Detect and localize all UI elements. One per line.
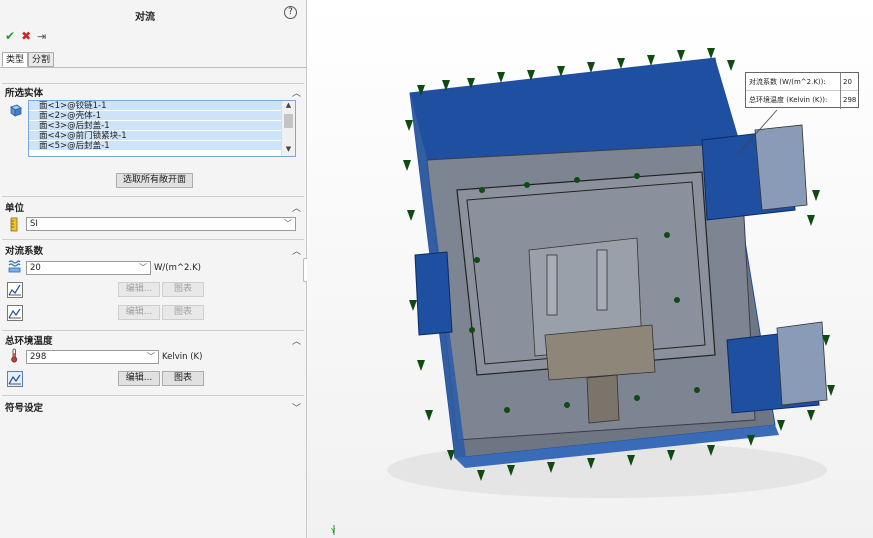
scroll-thumb[interactable] [284,114,293,128]
load-callout[interactable]: 对流系数 (W/(m^2.K)): 20 总环境温度 (Kelvin (K)):… [745,72,859,109]
chart-button[interactable]: 图表 [162,305,204,320]
convection-value: 20 [30,263,41,273]
edit-button[interactable]: 编辑... [118,282,160,297]
cancel-x-icon[interactable]: ✖ [21,29,31,43]
panel-title: 对流 [135,12,155,23]
selected-entities-title: 所选实体 [5,88,44,99]
callout-coefficient-row: 对流系数 (W/(m^2.K)): 20 [746,73,858,91]
right-bottom-block-side [776,321,828,406]
section-divider [2,196,304,197]
convection-title: 对流系数 [5,246,44,257]
left-hinge-block[interactable] [414,251,453,336]
units-value: SI [30,219,38,229]
symbol-settings-header[interactable]: 符号设定 ﹀ [0,400,306,414]
chevron-up-icon[interactable]: ︿ [292,201,301,214]
symbol-settings-section: 符号设定 ﹀ [0,395,306,415]
thermometer-icon [11,348,18,363]
ok-check-icon[interactable]: ✔ [5,29,15,43]
property-manager-panel: 对流 ? ✔ ✖ ⇥ 类型 分割 所选实体 ︿ 面<1>@铰链1-1 面<2>@… [0,0,307,538]
temperature-curve-icon[interactable] [7,305,23,321]
time-curve-icon[interactable] [7,282,23,298]
units-title: 单位 [5,203,25,214]
edit-button[interactable]: 编辑... [118,371,160,386]
convection-section: 对流系数 ︿ 20 ﹀ W/(m^2.K) 编辑... 图表 编辑... 图表 [0,239,306,329]
convection-unit-label: W/(m^2.K) [154,263,201,273]
enclosure-top-face[interactable] [410,58,740,160]
selected-faces-list[interactable]: 面<1>@铰链1-1 面<2>@壳体-1 面<3>@后封盖-1 面<4>@前门锁… [28,100,296,157]
ambient-header[interactable]: 总环境温度 ︿ [0,333,306,347]
list-item[interactable]: 面<3>@后封盖-1 [29,121,295,131]
ambient-value: 298 [30,352,47,362]
callout-temperature-row: 总环境温度 (Kelvin (K)): 298 [746,91,858,109]
convection-header[interactable]: 对流系数 ︿ [0,243,306,257]
convection-icon [8,260,21,273]
selected-entities-header[interactable]: 所选实体 ︿ [0,85,306,99]
scroll-down-icon[interactable]: ▼ [282,145,295,156]
ambient-unit-label: Kelvin (K) [162,352,203,362]
ambient-title: 总环境温度 [5,336,53,347]
tab-divider [0,67,306,68]
units-header[interactable]: 单位 ︿ [0,200,306,214]
list-item[interactable]: 面<1>@铰链1-1 [29,101,295,111]
tab-split[interactable]: 分割 [28,52,55,67]
list-item[interactable]: 面<5>@后封盖-1 [29,141,295,151]
chevron-down-icon[interactable]: ﹀ [139,262,147,274]
enclosure-model[interactable] [409,57,828,468]
triad-y-label: Y [330,527,336,535]
units-ruler-icon [10,217,18,232]
chart-button[interactable]: 图表 [162,282,204,297]
chevron-down-icon[interactable]: ﹀ [292,401,301,414]
view-triad: Y [330,525,336,535]
mechanism-pin [596,249,608,311]
chevron-down-icon[interactable]: ﹀ [147,351,155,363]
panel-header: 对流 ? [0,0,307,26]
edit-button[interactable]: 编辑... [118,305,160,320]
face-select-icon [10,104,22,117]
chevron-up-icon[interactable]: ︿ [292,334,301,347]
list-scrollbar[interactable]: ▲ ▼ [281,101,295,156]
chevron-down-icon[interactable]: ﹀ [284,218,292,230]
chevron-up-icon[interactable]: ︿ [292,86,301,99]
chevron-up-icon[interactable]: ︿ [292,244,301,257]
help-icon[interactable]: ? [284,6,297,19]
lock-base[interactable] [544,324,656,381]
graphics-viewport[interactable]: Y 对流系数 (W/(m^2.K)): 20 总环境温度 (Kelvin (K)… [307,0,873,538]
chart-button[interactable]: 图表 [162,371,204,386]
ambient-temperature-section: 总环境温度 ︿ 298 ﹀ Kelvin (K) 编辑... 图表 [0,330,306,394]
temperature-curve-icon[interactable] [7,371,23,387]
units-section: 单位 ︿ SI ﹀ [0,196,306,238]
section-divider [2,395,304,396]
list-item[interactable]: 面<4>@前门锁紧块-1 [29,131,295,141]
pin-icon[interactable]: ⇥ [37,30,46,43]
list-item[interactable]: 面<2>@壳体-1 [29,111,295,121]
section-divider [2,239,304,240]
callout-temperature-label: 总环境温度 (Kelvin (K)): [749,96,828,104]
lock-block[interactable] [586,374,620,424]
callout-coefficient-label: 对流系数 (W/(m^2.K)): [749,78,826,86]
convection-coefficient-input[interactable]: 20 ﹀ [26,261,151,275]
section-divider [2,83,304,84]
callout-coefficient-value: 20 [840,73,859,91]
select-all-open-faces-button[interactable]: 选取所有敞开面 [116,173,193,188]
ambient-temperature-input[interactable]: 298 ﹀ [26,350,159,364]
units-select[interactable]: SI ﹀ [26,217,296,231]
symbol-settings-title: 符号设定 [5,403,44,414]
tab-strip: 类型 分割 [2,52,55,67]
right-top-block-side [754,124,808,211]
scroll-up-icon[interactable]: ▲ [282,101,295,112]
action-bar: ✔ ✖ ⇥ [5,29,46,43]
mechanism-pin [546,254,558,316]
tab-type[interactable]: 类型 [2,52,29,67]
selected-entities-section: 所选实体 ︿ 面<1>@铰链1-1 面<2>@壳体-1 面<3>@后封盖-1 面… [0,83,306,195]
callout-temperature-value: 298 [840,91,859,109]
section-divider [2,330,304,331]
